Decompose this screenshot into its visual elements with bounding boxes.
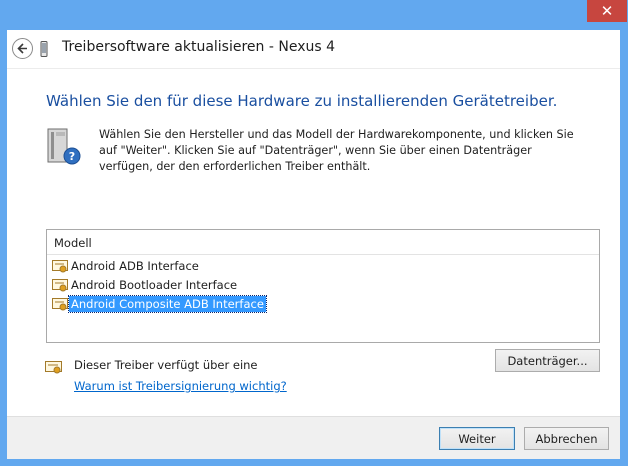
driver-signature-info: Dieser Treiber verfügt über eine: [74, 358, 258, 372]
certificate-icon: [52, 260, 68, 273]
hardware-question-icon: ?: [47, 128, 81, 165]
arrow-left-icon: [17, 43, 27, 54]
model-column-label: Modell: [54, 236, 92, 250]
list-item-label: Android ADB Interface: [71, 259, 199, 273]
cancel-button[interactable]: Abbrechen: [524, 427, 609, 450]
certificate-icon: [45, 361, 62, 374]
window-title: Treibersoftware aktualisieren - Nexus 4: [62, 39, 336, 55]
device-icon: [40, 41, 48, 57]
certificate-icon: [52, 298, 68, 311]
model-list-header[interactable]: Modell: [47, 230, 599, 255]
model-list[interactable]: Modell Android ADB Interface Android Boo…: [46, 229, 600, 343]
certificate-icon: [52, 279, 68, 292]
driver-signing-link[interactable]: Warum ist Treibersignierung wichtig?: [74, 379, 287, 393]
page-heading: Wählen Sie den für diese Hardware zu ins…: [46, 92, 558, 110]
dialog-client-area: Treibersoftware aktualisieren - Nexus 4 …: [7, 30, 620, 459]
list-item[interactable]: Android ADB Interface: [52, 257, 201, 275]
button-bar: Weiter Abbrechen: [7, 416, 620, 459]
next-button[interactable]: Weiter: [439, 427, 515, 450]
back-button[interactable]: [12, 38, 33, 59]
divider: [7, 68, 620, 69]
list-item-label: Android Composite ADB Interface: [68, 295, 267, 313]
list-item[interactable]: Android Bootloader Interface: [52, 276, 239, 294]
list-item-label: Android Bootloader Interface: [71, 278, 238, 292]
close-button[interactable]: ✕: [587, 0, 627, 22]
instruction-text: Wählen Sie den Hersteller und das Modell…: [99, 128, 574, 173]
list-item-selected[interactable]: Android Composite ADB Interface: [52, 295, 267, 313]
disk-button[interactable]: Datenträger...: [495, 349, 600, 372]
dialog-window: ✕ Treibersoftware aktualisieren - Nexus …: [0, 0, 628, 466]
title-bar[interactable]: ✕: [0, 0, 628, 30]
svg-text:?: ?: [69, 150, 75, 163]
